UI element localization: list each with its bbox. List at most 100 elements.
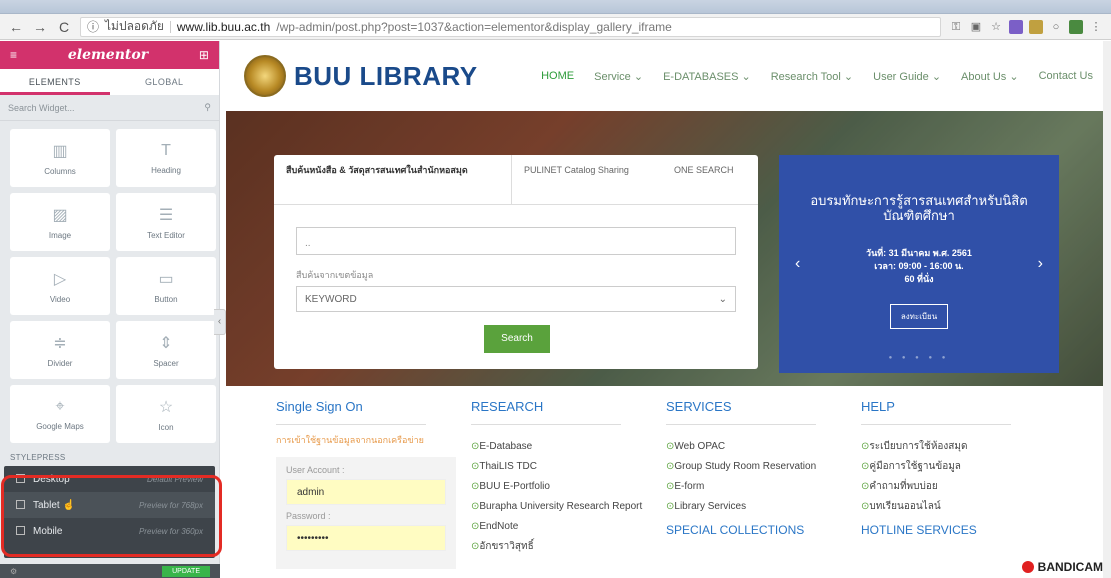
- widget-icon[interactable]: ☆ Icon: [116, 385, 216, 443]
- record-icon: [1021, 561, 1034, 573]
- menu-about-us[interactable]: About Us ⌄: [961, 70, 1019, 83]
- info-icon[interactable]: ⓘ: [87, 18, 99, 35]
- bandicam-watermark: BANDICAM: [1021, 560, 1103, 574]
- search-field-select[interactable]: KEYWORD ⌄: [296, 286, 736, 312]
- collapse-panel-icon[interactable]: ‹: [214, 309, 226, 335]
- link-item[interactable]: Group Study Room Reservation: [666, 457, 861, 477]
- menu-research-tool[interactable]: Research Tool ⌄: [771, 70, 853, 83]
- bookmark-star-icon[interactable]: ☆: [989, 20, 1003, 34]
- widget-columns[interactable]: ▥ Columns: [10, 129, 110, 187]
- link-item[interactable]: ระเบียบการใช้ห้องสมุด: [861, 437, 1056, 457]
- search-tabs: สืบค้นหนังสือ & วัสดุสารสนเทศในสำนักหอสม…: [274, 155, 758, 205]
- elementor-logo: elementor: [67, 47, 149, 63]
- widget-label: Icon: [158, 422, 174, 432]
- video-icon: ▷: [53, 270, 67, 288]
- menu-contact-us[interactable]: Contact Us: [1039, 70, 1093, 83]
- menu-user-guide[interactable]: User Guide ⌄: [873, 70, 941, 83]
- forward-icon[interactable]: →: [32, 19, 48, 35]
- extension-circle-icon[interactable]: ○: [1049, 20, 1063, 34]
- widget-label: Text Editor: [147, 230, 185, 240]
- event-banner: ‹ › อบรมทักษะการรู้สารสนเทศสำหรับนิสิตบั…: [779, 155, 1059, 373]
- university-seal-logo[interactable]: [244, 55, 286, 97]
- extension-icon[interactable]: [1009, 19, 1023, 34]
- widget-grid: ▥ Columns T Heading ▨ Image ☰ Text Editor ▷ V…: [0, 121, 219, 443]
- tab-elements[interactable]: ELEMENTS: [0, 69, 110, 95]
- widget-search[interactable]: Search Widget... ⚲: [0, 95, 219, 121]
- user-field[interactable]: admin: [286, 479, 446, 505]
- main-menu: HOME Service ⌄ E-DATABASES ⌄ Research To…: [541, 70, 1093, 83]
- link-item[interactable]: อักขราวิสุทธิ์: [471, 537, 666, 557]
- link-item[interactable]: EndNote: [471, 517, 666, 537]
- widget-google-maps[interactable]: ⌖ Google Maps: [10, 385, 110, 443]
- widget-text-editor[interactable]: ☰ Text Editor: [116, 193, 216, 251]
- link-item[interactable]: คำถามที่พบบ่อย: [861, 477, 1056, 497]
- reload-icon[interactable]: C: [56, 19, 72, 35]
- address-host: www.lib.buu.ac.th: [176, 19, 271, 34]
- link-item[interactable]: Web OPAC: [666, 437, 861, 457]
- carousel-dots[interactable]: ● ● ● ● ●: [779, 355, 1059, 361]
- divider-icon: ≑: [53, 334, 67, 352]
- tab-one-search[interactable]: ONE SEARCH: [662, 155, 758, 204]
- extension-icon[interactable]: [1069, 19, 1083, 34]
- link-item[interactable]: ThaiLIS TDC: [471, 457, 666, 477]
- tab-global[interactable]: GLOBAL: [110, 69, 220, 95]
- chevron-right-icon[interactable]: ›: [1038, 255, 1043, 273]
- update-button[interactable]: UPDATE: [162, 565, 210, 577]
- widget-video[interactable]: ▷ Video: [10, 257, 110, 315]
- widget-image[interactable]: ▨ Image: [10, 193, 110, 251]
- extensions: ⚿ ▣ ☆ ○ ⋮: [949, 19, 1103, 34]
- scrollbar[interactable]: [1103, 41, 1111, 578]
- widget-label: Spacer: [153, 358, 179, 368]
- banner-date-text: วันที่: 31 มีนาคม พ.ศ. 2561: [866, 248, 972, 258]
- extension-icon[interactable]: [1029, 19, 1043, 34]
- site-brand[interactable]: BUU LIBRARY: [294, 61, 478, 92]
- search-button[interactable]: Search: [484, 325, 550, 353]
- map-icon: ⌖: [55, 397, 65, 415]
- offsite-access-link[interactable]: การเข้าใช้ฐานข้อมูลจากนอกเครือข่าย: [276, 433, 471, 447]
- search-icon: ⚲: [204, 102, 211, 112]
- menu-service[interactable]: Service ⌄: [594, 70, 643, 83]
- widget-spacer[interactable]: ⇕ Spacer: [116, 321, 216, 379]
- chevron-left-icon[interactable]: ‹: [795, 255, 800, 273]
- key-icon[interactable]: ⚿: [949, 20, 963, 34]
- button-icon: ▭: [158, 270, 174, 288]
- link-item[interactable]: Library Services: [666, 497, 861, 517]
- link-item[interactable]: Burapha University Research Report: [471, 497, 666, 517]
- widget-label: Columns: [44, 166, 76, 176]
- widget-button[interactable]: ▭ Button: [116, 257, 216, 315]
- menu-dots-icon[interactable]: ⋮: [1089, 20, 1103, 34]
- link-item[interactable]: E-Database: [471, 437, 666, 457]
- address-bar[interactable]: ⓘ ไม่ปลอดภัย www.lib.buu.ac.th/wp-admin/…: [80, 16, 941, 37]
- widget-label: Divider: [47, 358, 73, 368]
- password-field[interactable]: •••••••••: [286, 525, 446, 551]
- back-icon[interactable]: ←: [8, 19, 24, 35]
- widget-label: Video: [49, 294, 71, 304]
- widget-search-input[interactable]: Search Widget...: [8, 103, 75, 113]
- link-item[interactable]: BUU E-Portfolio: [471, 477, 666, 497]
- search-input[interactable]: ..: [296, 227, 736, 255]
- panel-footer: ⚙ UPDATE: [0, 564, 220, 578]
- widget-heading[interactable]: T Heading: [116, 129, 216, 187]
- register-button[interactable]: ลงทะเบียน: [889, 304, 949, 329]
- link-columns: Single Sign On การเข้าใช้ฐานข้อมูลจากนอก…: [276, 399, 1056, 569]
- grid-icon[interactable]: ⊞: [199, 48, 209, 62]
- widget-label: Heading: [151, 165, 181, 175]
- hamburger-icon[interactable]: ≡: [10, 48, 17, 62]
- translate-icon[interactable]: ▣: [969, 20, 983, 34]
- columns-icon: ▥: [52, 142, 68, 160]
- link-item[interactable]: E-form: [666, 477, 861, 497]
- settings-icon[interactable]: ⚙: [10, 567, 17, 576]
- banner-date: วันที่: 31 มีนาคม พ.ศ. 2561 เวลา: 09:00 …: [779, 247, 1059, 286]
- address-divider: [169, 20, 171, 33]
- chevron-down-icon: ⌄: [718, 294, 727, 305]
- tab-library-search[interactable]: สืบค้นหนังสือ & วัสดุสารสนเทศในสำนักหอสม…: [274, 155, 512, 204]
- menu-e-databases[interactable]: E-DATABASES ⌄: [663, 70, 751, 83]
- page-area: ≡ elementor ⊞ ELEMENTS GLOBAL Search Wid…: [0, 41, 1111, 578]
- tab-pulinet[interactable]: PULINET Catalog Sharing: [512, 155, 662, 204]
- link-item[interactable]: บทเรียนออนไลน์: [861, 497, 1056, 517]
- widget-label: Button: [154, 294, 178, 304]
- link-item[interactable]: คู่มือการใช้ฐานข้อมูล: [861, 457, 1056, 477]
- widget-divider[interactable]: ≑ Divider: [10, 321, 110, 379]
- menu-home[interactable]: HOME: [541, 70, 574, 83]
- watermark-text: BANDICAM: [1037, 560, 1103, 574]
